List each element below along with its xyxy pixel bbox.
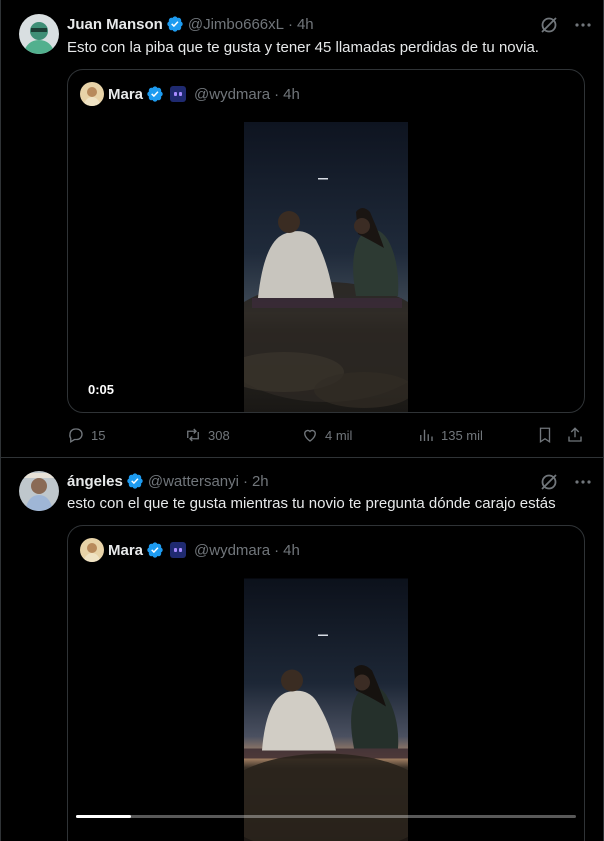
share-button[interactable] — [566, 423, 590, 447]
separator: · — [274, 541, 280, 559]
verified-badge-icon — [166, 15, 184, 33]
tweet-header: Juan Manson @Jimbo666xL · 4h — [67, 14, 314, 34]
video-player[interactable] — [244, 122, 408, 412]
timeline-feed: Juan Manson @Jimbo666xL · 4h Esto con la… — [0, 0, 604, 841]
reply-icon — [69, 428, 83, 443]
tweet-text: esto con el que te gusta mientras tu nov… — [67, 495, 556, 512]
tweet-tools — [539, 472, 593, 492]
quote-header: Mara @wydmara · 4h — [80, 538, 300, 562]
quote-avatar-image — [80, 82, 104, 106]
repost-button[interactable]: 308 — [184, 423, 230, 447]
tweet-text: Esto con la piba que te gusta y tener 45… — [67, 39, 539, 56]
handle[interactable]: @wattersanyi — [148, 473, 239, 490]
display-name[interactable]: Juan Manson — [67, 16, 163, 33]
quote-avatar[interactable] — [80, 82, 104, 106]
avatar[interactable] — [19, 471, 59, 511]
separator: · — [287, 15, 293, 33]
avatar[interactable] — [19, 14, 59, 54]
more-icon[interactable] — [573, 15, 593, 35]
share-icon — [568, 427, 582, 442]
handle[interactable]: @Jimbo666xL — [188, 16, 284, 33]
avatar-image — [19, 14, 59, 54]
quote-timestamp[interactable]: 4h — [283, 86, 300, 103]
emoji-icon — [170, 542, 187, 558]
bookmark-button[interactable] — [536, 423, 560, 447]
quote-display-name[interactable]: Mara — [108, 86, 143, 103]
video-frame — [244, 578, 408, 841]
like-icon — [304, 429, 316, 442]
reply-count: 15 — [91, 427, 106, 443]
reply-button[interactable]: 15 — [67, 423, 105, 447]
quote-avatar[interactable] — [80, 538, 104, 562]
tweet[interactable]: Juan Manson @Jimbo666xL · 4h Esto con la… — [1, 0, 603, 458]
quote-header: Mara @wydmara · 4h — [80, 82, 300, 106]
grok-icon[interactable] — [539, 15, 559, 35]
quoted-tweet[interactable]: Mara @wydmara · 4h — [67, 525, 585, 841]
bookmark-icon — [539, 427, 551, 444]
video-duration: 0:05 — [88, 382, 115, 397]
more-icon[interactable] — [573, 472, 593, 492]
tweet[interactable]: ángeles @wattersanyi · 2h esto con el qu… — [1, 459, 603, 841]
display-name[interactable]: ángeles — [67, 473, 123, 490]
like-count: 4 mil — [325, 427, 353, 443]
tweet-header: ángeles @wattersanyi · 2h — [67, 471, 269, 491]
repost-count: 308 — [208, 427, 230, 443]
like-button[interactable]: 4 mil — [301, 423, 352, 447]
views-button[interactable]: 135 mil — [417, 423, 483, 447]
emoji-icon — [170, 86, 187, 102]
video-progress-fill — [76, 815, 131, 818]
quoted-tweet[interactable]: Mara @wydmara · 4h 0:05 — [67, 69, 585, 413]
quote-handle[interactable]: @wydmara — [194, 542, 270, 559]
avatar-image — [19, 471, 59, 511]
timestamp[interactable]: 2h — [252, 473, 269, 490]
video-frame — [244, 122, 408, 412]
verified-badge-icon — [146, 541, 164, 559]
views-count: 135 mil — [441, 427, 483, 443]
video-player[interactable] — [244, 578, 408, 841]
tweet-actions: 15 308 4 mil 135 mil — [67, 423, 587, 447]
quote-avatar-image — [80, 538, 104, 562]
separator: · — [242, 472, 248, 490]
video-progress-bar[interactable] — [76, 815, 576, 818]
separator: · — [274, 85, 280, 103]
grok-icon[interactable] — [539, 472, 559, 492]
repost-icon — [187, 428, 199, 442]
quote-handle[interactable]: @wydmara — [194, 86, 270, 103]
verified-badge-icon — [146, 85, 164, 103]
views-icon — [420, 429, 433, 441]
quote-display-name[interactable]: Mara — [108, 542, 143, 559]
verified-badge-icon — [126, 472, 144, 490]
timestamp[interactable]: 4h — [297, 16, 314, 33]
quote-timestamp[interactable]: 4h — [283, 542, 300, 559]
tweet-tools — [539, 15, 593, 35]
